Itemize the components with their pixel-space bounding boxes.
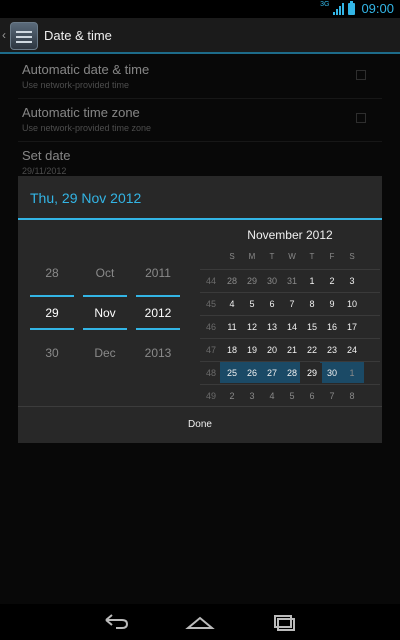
spinner-divider — [30, 328, 74, 330]
settings-sliders-icon[interactable] — [10, 22, 38, 50]
week-number: 46 — [205, 322, 216, 332]
calendar-row-divider — [200, 292, 380, 293]
week-number: 44 — [205, 276, 216, 286]
done-button[interactable]: Done — [18, 407, 382, 443]
calendar-day[interactable]: 24 — [342, 340, 362, 360]
calendar-day[interactable]: 4 — [222, 294, 242, 314]
calendar-day[interactable]: 23 — [322, 340, 342, 360]
recents-icon[interactable] — [264, 610, 304, 634]
navigation-bar — [0, 604, 400, 640]
calendar-day[interactable]: 8 — [342, 386, 362, 406]
year-current[interactable]: 2012 — [136, 306, 180, 320]
weekday-header: F — [329, 252, 335, 261]
calendar-day[interactable]: 31 — [282, 271, 302, 291]
calendar-row-divider — [200, 315, 380, 316]
calendar-day[interactable]: 11 — [222, 317, 242, 337]
year-prev[interactable]: 2011 — [136, 266, 180, 280]
calendar-day[interactable]: 10 — [342, 294, 362, 314]
calendar-day[interactable]: 9 — [322, 294, 342, 314]
spinner-divider — [83, 295, 127, 297]
calendar-day[interactable]: 6 — [302, 386, 322, 406]
week-number: 45 — [205, 299, 216, 309]
calendar-day[interactable]: 26 — [242, 363, 262, 383]
calendar-day[interactable]: 1 — [302, 271, 322, 291]
calendar-day[interactable]: 30 — [322, 363, 342, 383]
weekday-header: M — [248, 252, 256, 261]
date-picker-dialog: Thu, 29 Nov 2012 28 29 30 Oct Nov Dec 20… — [18, 176, 382, 443]
calendar-day[interactable]: 16 — [322, 317, 342, 337]
calendar-day[interactable]: 2 — [322, 271, 342, 291]
calendar-day[interactable]: 28 — [282, 363, 302, 383]
dialog-title: Thu, 29 Nov 2012 — [30, 190, 142, 206]
calendar-day[interactable]: 5 — [282, 386, 302, 406]
calendar-day[interactable]: 12 — [242, 317, 262, 337]
week-number: 48 — [205, 368, 216, 378]
calendar-row-divider — [200, 338, 380, 339]
month-spinner[interactable]: Oct Nov Dec — [83, 220, 127, 400]
calendar-row-divider — [200, 384, 380, 385]
calendar-day[interactable]: 30 — [262, 271, 282, 291]
calendar-day[interactable]: 1 — [342, 363, 362, 383]
calendar-day[interactable]: 28 — [222, 271, 242, 291]
calendar-day[interactable]: 15 — [302, 317, 322, 337]
day-prev[interactable]: 28 — [30, 266, 74, 280]
calendar-day-selected[interactable]: 29 — [302, 363, 322, 383]
calendar-day[interactable]: 17 — [342, 317, 362, 337]
calendar-day[interactable]: 14 — [282, 317, 302, 337]
weekday-header: T — [309, 252, 315, 261]
calendar-day[interactable]: 3 — [342, 271, 362, 291]
month-next[interactable]: Dec — [83, 346, 127, 360]
month-prev[interactable]: Oct — [83, 266, 127, 280]
calendar-day[interactable]: 19 — [242, 340, 262, 360]
spinner-divider — [136, 328, 180, 330]
calendar-row-divider — [200, 269, 380, 270]
battery-icon — [348, 0, 356, 15]
chevron-left-icon[interactable]: ‹ — [2, 28, 6, 42]
calendar-day[interactable]: 5 — [242, 294, 262, 314]
calendar-day[interactable]: 7 — [322, 386, 342, 406]
weekday-header: T — [269, 252, 275, 261]
spinner-divider — [83, 328, 127, 330]
action-bar: ‹ Date & time — [0, 18, 400, 52]
home-icon[interactable] — [180, 610, 220, 634]
calendar-day[interactable]: 2 — [222, 386, 242, 406]
calendar-month-label: November 2012 — [247, 228, 333, 242]
calendar-day[interactable]: 6 — [262, 294, 282, 314]
calendar-day[interactable]: 20 — [262, 340, 282, 360]
day-next[interactable]: 30 — [30, 346, 74, 360]
spinner-divider — [136, 295, 180, 297]
calendar-day[interactable]: 25 — [222, 363, 242, 383]
calendar-day[interactable]: 3 — [242, 386, 262, 406]
calendar-day[interactable]: 8 — [302, 294, 322, 314]
calendar-day[interactable]: 29 — [242, 271, 262, 291]
status-bar: 3G 09:00 — [0, 0, 400, 18]
month-current[interactable]: Nov — [83, 306, 127, 320]
week-number: 49 — [205, 391, 216, 401]
weekday-header: S — [349, 252, 355, 261]
spinner-divider — [30, 295, 74, 297]
year-spinner[interactable]: 2011 2012 2013 — [136, 220, 180, 400]
calendar-day[interactable]: 21 — [282, 340, 302, 360]
weekday-header: S — [229, 252, 235, 261]
network-type: 3G — [320, 1, 330, 8]
calendar-day[interactable]: 27 — [262, 363, 282, 383]
calendar-day[interactable]: 22 — [302, 340, 322, 360]
calendar-day[interactable]: 18 — [222, 340, 242, 360]
calendar-day[interactable]: 4 — [262, 386, 282, 406]
year-next[interactable]: 2013 — [136, 346, 180, 360]
day-current[interactable]: 29 — [30, 306, 74, 320]
back-icon[interactable] — [96, 610, 136, 634]
signal-icon — [333, 2, 345, 15]
calendar-day[interactable]: 13 — [262, 317, 282, 337]
calendar-day[interactable]: 7 — [282, 294, 302, 314]
calendar-row-divider — [200, 361, 380, 362]
status-time: 09:00 — [361, 1, 394, 16]
week-number: 47 — [205, 345, 216, 355]
weekday-header: W — [288, 252, 296, 261]
page-title: Date & time — [44, 28, 112, 43]
day-spinner[interactable]: 28 29 30 — [30, 220, 74, 400]
